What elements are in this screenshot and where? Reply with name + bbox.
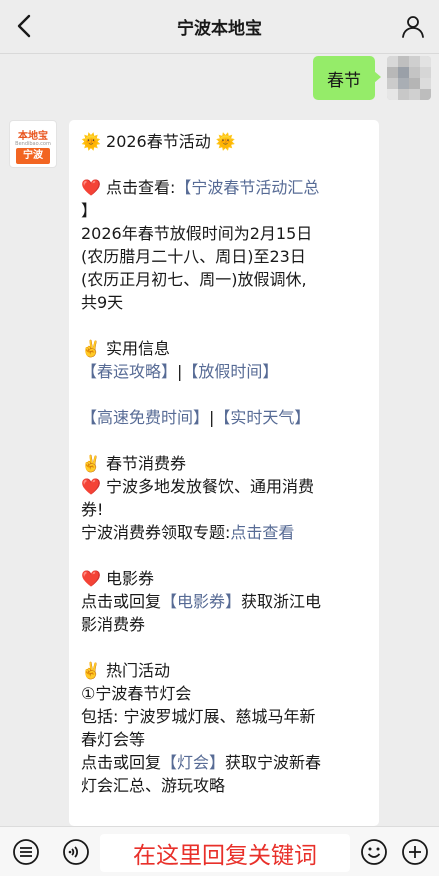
profile-icon	[402, 16, 424, 38]
outgoing-message-bubble[interactable]: 春节	[313, 56, 381, 100]
section-coupon-title: ✌️ 春节消费券	[81, 454, 187, 473]
spring-travel-link[interactable]: 【春运攻略】	[81, 362, 177, 381]
holiday-line-2: (农历腊月二十八、周日)至23日	[81, 247, 306, 266]
coupon-line-1: ❤️ 宁波多地发放餐饮、通用消费	[81, 477, 315, 496]
plus-icon	[402, 839, 428, 865]
section-practical-title: ✌️ 实用信息	[81, 339, 171, 358]
weather-link[interactable]: 【实时天气】	[214, 408, 310, 427]
input-bar: 在这里回复关键词	[0, 826, 439, 876]
profile-button[interactable]	[399, 12, 427, 40]
movie-line-1: 点击或回复【电影券】获取浙江电	[81, 592, 322, 611]
logo-url: Bendibao.com	[15, 141, 51, 147]
holiday-line-1: 2026年春节放假时间为2月15日	[81, 224, 313, 243]
highway-free-link[interactable]: 【高速免费时间】	[81, 408, 209, 427]
outgoing-message-row: 春节	[291, 56, 431, 100]
incoming-message-bubble: 🌞 2026春节活动 🌞 ❤️ 点击查看:【宁波春节活动汇总 】 2026年春节…	[69, 120, 379, 826]
heart-icon: ❤️	[81, 477, 101, 496]
bendibao-avatar[interactable]: 本地宝 Bendibao.com 宁波	[9, 120, 57, 168]
user-avatar[interactable]	[387, 56, 431, 100]
heart-icon: ❤️	[81, 178, 101, 197]
coupon-view-link[interactable]: 点击查看	[230, 523, 294, 542]
movie-coupon-link[interactable]: 【电影券】	[161, 592, 241, 611]
coupon-line-2: 券!	[81, 500, 104, 519]
section-movie-title: ❤️ 电影券	[81, 569, 155, 588]
message-title: 2026春节活动	[106, 132, 211, 151]
chat-header: 宁波本地宝	[0, 0, 439, 54]
voice-button[interactable]	[60, 836, 92, 868]
emoji-button[interactable]	[358, 836, 390, 868]
input-placeholder: 在这里回复关键词	[133, 843, 317, 869]
practical-links-row-2: 【高速免费时间】|【实时天气】	[81, 408, 311, 427]
chat-title: 宁波本地宝	[177, 19, 262, 39]
voice-icon	[63, 839, 89, 865]
activity-summary-line: ❤️ 点击查看:【宁波春节活动汇总	[81, 176, 367, 199]
victory-hand-icon: ✌️	[81, 661, 101, 680]
bracket-close: 】	[81, 201, 98, 220]
hot-line-3: 春灯会等	[81, 730, 146, 749]
hot-line-5: 灯会汇总、游玩攻略	[81, 776, 226, 795]
victory-hand-icon: ✌️	[81, 454, 101, 473]
movie-line-2: 影消费券	[81, 615, 146, 634]
message-input[interactable]: 在这里回复关键词	[100, 834, 350, 872]
heart-icon: ❤️	[81, 569, 101, 588]
menu-icon	[13, 839, 39, 865]
section-hot-title: ✌️ 热门活动	[81, 661, 171, 680]
holiday-line-3: (农历正月初七、周一)放假调休,	[81, 270, 307, 289]
sun-icon: 🌞	[81, 132, 101, 151]
logo-text: 本地宝	[18, 131, 48, 142]
logo-city: 宁波	[16, 148, 50, 164]
more-button[interactable]	[399, 836, 431, 868]
lantern-link[interactable]: 【灯会】	[161, 753, 225, 772]
holiday-time-link[interactable]: 【放假时间】	[182, 362, 278, 381]
hot-line-2: 包括: 宁波罗城灯展、慈城马年新	[81, 707, 316, 726]
hot-line-4: 点击或回复【灯会】获取宁波新春	[81, 753, 322, 772]
activity-summary-link[interactable]: 【宁波春节活动汇总	[175, 178, 319, 197]
message-title-line: 🌞 2026春节活动 🌞	[81, 130, 367, 153]
hot-line-1: ①宁波春节灯会	[81, 684, 192, 703]
emoji-icon	[361, 839, 387, 865]
coupon-line-3: 宁波消费券领取专题:点击查看	[81, 523, 295, 542]
victory-hand-icon: ✌️	[81, 339, 101, 358]
menu-button[interactable]	[10, 836, 42, 868]
view-prefix: 点击查看:	[106, 178, 176, 197]
sun-icon: 🌞	[215, 132, 236, 151]
outgoing-message-text: 春节	[327, 70, 361, 91]
holiday-line-4: 共9天	[81, 293, 124, 312]
practical-links-row-1: 【春运攻略】|【放假时间】	[81, 362, 279, 381]
